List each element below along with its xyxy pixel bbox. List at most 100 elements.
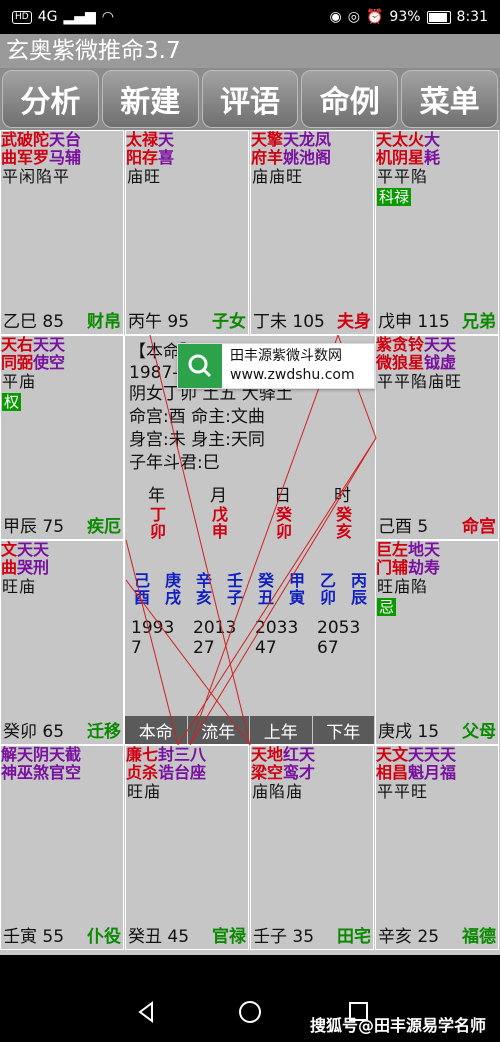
body-palace-info: 身宫:未 身主:天同 (129, 430, 265, 450)
star-name: 台辅 (65, 130, 82, 167)
star-name: 文昌 (392, 745, 409, 782)
battery-percent: 93% (389, 9, 421, 25)
palace-cell[interactable]: 巨门左辅地劫天寿旺庙陷忌庚戌 15 父母 (375, 540, 499, 745)
palace-name: 疾厄 (87, 517, 121, 537)
star-name: 天空 (49, 335, 66, 372)
star-list: 太阳禄存天喜 (126, 131, 248, 167)
tab-natal[interactable]: 本命 (125, 716, 188, 744)
star-name: 地劫 (408, 540, 425, 577)
dayun-ganzhi: 庚戌 (164, 571, 181, 607)
star-name: 七杀 (142, 745, 159, 782)
age-start: 25 (417, 927, 440, 947)
palace-cell[interactable]: 文曲天哭天刑旺庙 癸卯 65 迁移 (0, 540, 124, 745)
website-popup[interactable]: 田丰源紫微斗数网 www.zwdshu.com (177, 343, 375, 389)
star-name: 天梁 (251, 745, 268, 782)
pillar-header: 年 (148, 486, 165, 506)
palace-cell[interactable]: 廉贞七杀封诰三台八座旺庙 癸丑 45 官禄 (125, 745, 249, 950)
palace-cell[interactable]: 天机太阴火星大耗平平陷 科禄 戊申 115 兄弟 (375, 130, 499, 335)
tab-next-year[interactable]: 下年 (312, 716, 375, 744)
palace-footer: 庚戌 15 父母 (378, 722, 496, 742)
watermark: 搜狐号@田丰源易学名师 (309, 1016, 486, 1035)
star-name: 天巫 (17, 745, 34, 782)
star-name: 铃星 (408, 335, 425, 372)
brightness: 旺庙 (127, 782, 162, 801)
star-name: 天钺 (424, 335, 441, 372)
year-value: 1993 (131, 618, 175, 638)
stem-branch: 辛亥 (378, 927, 412, 947)
stem-branch: 壬子 (253, 927, 287, 947)
palace-footer: 丁未 105 夫身 (253, 312, 371, 332)
comment-button[interactable]: 评语 (201, 70, 299, 128)
palace-name: 田宅 (337, 927, 371, 947)
palace-footer: 甲辰 75 疾厄 (3, 517, 121, 537)
tab-annual[interactable]: 流年 (187, 716, 250, 744)
pillar-ganzhi: 戊申 (211, 505, 228, 541)
dayun-ganzhi: 辛亥 (195, 571, 212, 607)
hd-icon: HD (12, 10, 32, 24)
dayun-ganzhi: 甲寅 (288, 571, 305, 607)
palace-cell[interactable]: 紫微贪狼铃星天钺天虚平平陷庙旺 己酉 5 命宫 (375, 335, 499, 540)
star-name: 太阴 (392, 130, 409, 167)
star-name: 武曲 (1, 130, 18, 167)
status-bar: HD 4G ▂▄▆ ◠ ◉ ◎ ⏰ 93% 8:31 (0, 0, 500, 34)
palace-cell[interactable]: 解神天巫阴煞天官截空壬寅 55 仆役 (0, 745, 124, 950)
star-list: 天梁地空红鸾天才 (251, 746, 373, 782)
dayun-ganzhi: 壬子 (226, 571, 243, 607)
age-start: 75 (42, 517, 65, 537)
app-title: 玄奥紫微推命3.7 (0, 34, 500, 68)
palace-footer: 壬子 35 田宅 (253, 927, 371, 947)
age-start: 65 (42, 722, 65, 742)
star-name: 天机 (376, 130, 393, 167)
dayun-ganzhi: 乙卯 (319, 571, 336, 607)
signal-label: 4G (37, 9, 58, 25)
tab-prev-year[interactable]: 上年 (250, 716, 313, 744)
center-tabs: 本命 流年 上年 下年 (125, 716, 375, 744)
palace-cell[interactable]: 天相文昌天魁天月天福平平旺 辛亥 25 福德 (375, 745, 499, 950)
dayun-ganzhi: 癸丑 (257, 571, 274, 607)
age-start: 15 (417, 722, 440, 742)
palace-cell[interactable]: 天府擎羊天姚龙池凤阁庙庙旺 丁未 105 夫身 (250, 130, 374, 335)
palace-cell[interactable]: 天同右弼天使天空平庙权甲辰 75 疾厄 (0, 335, 124, 540)
palace-name: 父母 (462, 722, 496, 742)
pillar-header: 时 (334, 486, 351, 506)
star-name: 太阳 (126, 130, 143, 167)
examples-button[interactable]: 命例 (301, 70, 399, 128)
palace-cell[interactable]: 太阳禄存天喜庙旺 丙午 95 子女 (125, 130, 249, 335)
star-name: 左辅 (392, 540, 409, 577)
brightness: 庙陷庙 (252, 782, 304, 801)
palace-cell[interactable]: 天梁地空红鸾天才庙陷庙壬子 35 田宅 (250, 745, 374, 950)
menu-button[interactable]: 菜单 (401, 70, 498, 128)
new-button[interactable]: 新建 (101, 70, 199, 128)
pillar-ganzhi: 癸卯 (275, 505, 292, 541)
star-list: 天同右弼天使天空 (1, 336, 123, 372)
star-name: 贪狼 (392, 335, 409, 372)
palace-name: 兄弟 (462, 312, 496, 332)
star-name: 阴煞 (33, 745, 50, 782)
age-start: 95 (167, 312, 190, 332)
star-name: 八座 (190, 745, 207, 782)
brightness: 平平陷 (377, 167, 429, 186)
brightness: 旺庙陷 (377, 577, 429, 596)
pillar-header: 月 (210, 486, 227, 506)
nfc-icon: ◉ (329, 9, 342, 25)
star-list: 巨门左辅地劫天寿 (376, 541, 498, 577)
stem-branch: 戊申 (378, 312, 412, 332)
home-icon (239, 1001, 261, 1023)
palace-name: 迁移 (87, 722, 121, 742)
age-start: 105 (292, 312, 325, 332)
search-icon (178, 344, 222, 388)
star-name: 天才 (299, 745, 316, 782)
year-value: 2053 (317, 618, 361, 638)
age-start: 85 (42, 312, 65, 332)
star-name: 天喜 (158, 130, 175, 167)
analyze-button[interactable]: 分析 (2, 70, 99, 128)
age-start: 115 (417, 312, 450, 332)
sihua-badge: 科禄 (377, 188, 412, 206)
palace-cell[interactable]: 武曲破军陀罗天马台辅平闲陷平 乙巳 85 财帛 (0, 130, 124, 335)
star-name: 禄存 (142, 130, 159, 167)
dayun-ganzhi: 己酉 (133, 571, 150, 607)
star-name: 文曲 (1, 540, 18, 577)
star-list: 武曲破军陀罗天马台辅 (1, 131, 123, 167)
star-name: 天刑 (33, 540, 50, 577)
star-name: 天使 (33, 335, 50, 372)
